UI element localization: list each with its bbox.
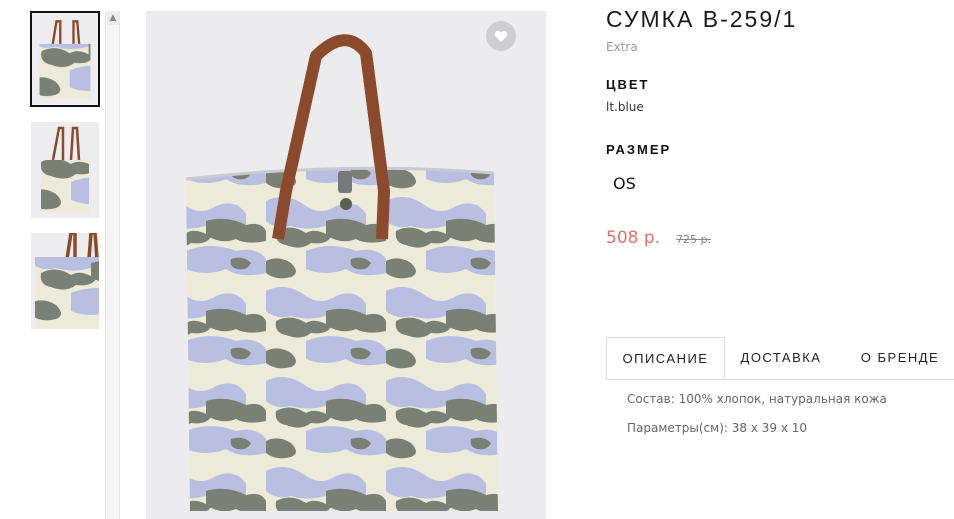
bag-front-small-thumbnail-image xyxy=(31,122,99,218)
color-value: lt.blue xyxy=(606,100,644,114)
dimensions-text: Параметры(см): 38 x 39 x 10 xyxy=(627,421,808,435)
thumbnail-bag-front[interactable] xyxy=(30,11,100,107)
tab-description[interactable]: ОПИСАНИЕ xyxy=(606,337,725,379)
tab-about-brand[interactable]: О БРЕНДЕ xyxy=(846,337,954,378)
thumbnail-scrollbar[interactable]: ▲ xyxy=(105,11,120,519)
product-brand[interactable]: Extra xyxy=(606,40,638,54)
favorite-button[interactable] xyxy=(486,21,516,51)
size-option[interactable]: OS xyxy=(613,174,636,193)
main-product-photo[interactable] xyxy=(146,11,546,519)
old-price: 725 р. xyxy=(676,233,711,246)
size-label: РАЗМЕР xyxy=(606,142,672,157)
tab-delivery[interactable]: ДОСТАВКА xyxy=(728,337,834,378)
product-title: СУМКА B-259/1 xyxy=(606,6,798,32)
bag-front-thumbnail-image xyxy=(32,13,98,105)
color-label: ЦВЕТ xyxy=(606,77,650,92)
scroll-up-arrow-icon[interactable]: ▲ xyxy=(107,11,119,25)
composition-text: Состав: 100% хлопок, натуральная кожа xyxy=(627,392,887,406)
thumbnail-bag-front-small[interactable] xyxy=(31,122,99,218)
bag-detail-thumbnail-image xyxy=(31,233,99,329)
current-price: 508 р. xyxy=(606,228,661,248)
thumbnail-list xyxy=(0,0,104,519)
bag-main-image xyxy=(146,11,546,519)
tab-content-description: Состав: 100% хлопок, натуральная кожа Па… xyxy=(627,392,887,450)
product-tabs: ОПИСАНИЕ ДОСТАВКА О БРЕНДЕ xyxy=(606,337,954,380)
thumbnail-bag-detail[interactable] xyxy=(31,233,99,329)
heart-icon xyxy=(494,30,508,42)
